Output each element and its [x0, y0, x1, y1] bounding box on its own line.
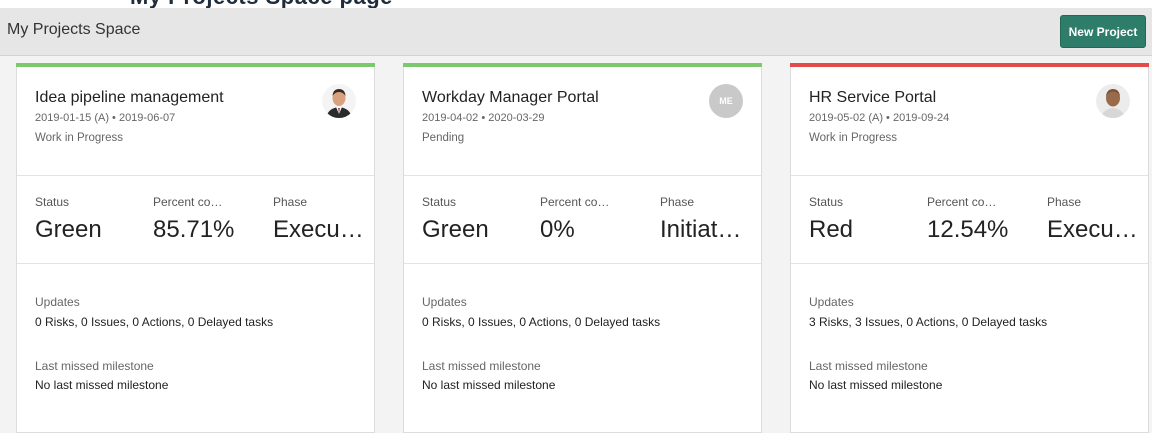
status-value: Green: [35, 216, 102, 243]
status-label: Status: [422, 195, 457, 209]
phase-label: Phase: [273, 195, 308, 209]
percent-value: 85.71%: [153, 216, 235, 243]
project-state: Pending: [422, 132, 465, 144]
project-name[interactable]: Idea pipeline management: [35, 89, 224, 107]
updates-value: 0 Risks, 0 Issues, 0 Actions, 0 Delayed …: [422, 315, 661, 329]
status-label: Status: [35, 195, 70, 209]
project-dates: 2019-04-02 • 2020-03-29: [422, 112, 545, 124]
status-value: Green: [422, 216, 489, 243]
last-missed-value: No last missed milestone: [35, 378, 169, 392]
project-state: Work in Progress: [809, 132, 897, 144]
new-project-button[interactable]: New Project: [1060, 15, 1146, 48]
updates-label: Updates: [422, 295, 467, 309]
project-card[interactable]: Workday Manager Portal 2019-04-02 • 2020…: [403, 63, 762, 433]
percent-value: 0%: [540, 216, 575, 243]
updates-value: 3 Risks, 3 Issues, 0 Actions, 0 Delayed …: [809, 315, 1048, 329]
project-state: Work in Progress: [35, 132, 123, 144]
phase-value: Initiat…: [660, 216, 742, 243]
avatar: [1096, 84, 1130, 118]
project-dates: 2019-01-15 (A) • 2019-06-07: [35, 112, 176, 124]
project-name[interactable]: HR Service Portal: [809, 89, 936, 107]
percent-label: Percent co…: [540, 195, 610, 209]
phase-label: Phase: [1047, 195, 1082, 209]
divider: [404, 175, 761, 176]
project-dates: 2019-05-02 (A) • 2019-09-24: [809, 112, 950, 124]
status-accent-bar: [790, 63, 1149, 67]
status-accent-bar: [403, 63, 762, 67]
status-value: Red: [809, 216, 854, 243]
divider: [404, 263, 761, 264]
project-name[interactable]: Workday Manager Portal: [422, 89, 599, 107]
divider: [17, 175, 374, 176]
phase-value: Execu…: [1047, 216, 1138, 243]
divider: [791, 263, 1148, 264]
last-missed-label: Last missed milestone: [35, 359, 154, 373]
phase-label: Phase: [660, 195, 695, 209]
percent-label: Percent co…: [153, 195, 223, 209]
last-missed-value: No last missed milestone: [809, 378, 943, 392]
divider: [791, 175, 1148, 176]
last-missed-value: No last missed milestone: [422, 378, 556, 392]
percent-label: Percent co…: [927, 195, 997, 209]
project-card[interactable]: Idea pipeline management 2019-01-15 (A) …: [16, 63, 375, 433]
phase-value: Execu…: [273, 216, 364, 243]
updates-label: Updates: [35, 295, 80, 309]
updates-value: 0 Risks, 0 Issues, 0 Actions, 0 Delayed …: [35, 315, 274, 329]
page-header: My Projects Space New Project: [0, 8, 1152, 56]
project-card[interactable]: HR Service Portal 2019-05-02 (A) • 2019-…: [790, 63, 1149, 433]
percent-value: 12.54%: [927, 216, 1009, 243]
page-title: My Projects Space: [7, 21, 141, 38]
last-missed-label: Last missed milestone: [422, 359, 541, 373]
updates-label: Updates: [809, 295, 854, 309]
status-label: Status: [809, 195, 844, 209]
avatar: ME: [709, 84, 743, 118]
last-missed-label: Last missed milestone: [809, 359, 928, 373]
divider: [17, 263, 374, 264]
status-accent-bar: [16, 63, 375, 67]
top-strip: My Projects Space page: [0, 0, 1152, 9]
avatar: [322, 84, 356, 118]
